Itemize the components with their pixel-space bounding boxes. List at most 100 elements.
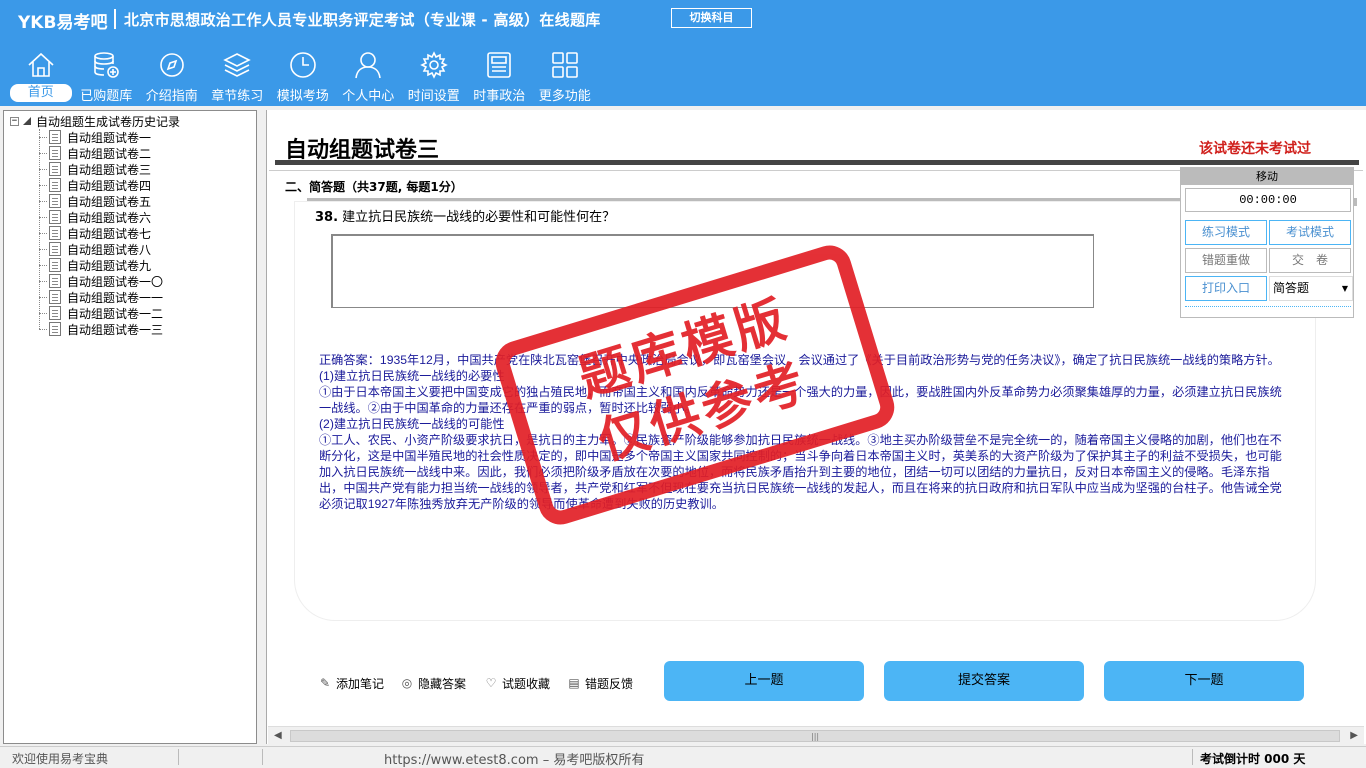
tree-item-label: 自动组题试卷一: [67, 130, 152, 145]
eye-icon: ◎: [401, 676, 413, 690]
nav-more[interactable]: 更多功能: [532, 50, 598, 104]
brand-logo: YKB易考吧: [18, 13, 108, 33]
document-icon: [49, 178, 61, 192]
tree-item[interactable]: 自动组题试卷六: [39, 209, 151, 225]
document-icon: [49, 242, 61, 256]
nav-chapter[interactable]: 章节练习: [205, 50, 271, 104]
tree-item[interactable]: 自动组题试卷八: [39, 241, 151, 257]
tree-root[interactable]: − 自动组题生成试卷历史记录: [10, 113, 180, 129]
document-icon: [49, 226, 61, 240]
tree-item[interactable]: 自动组题试卷四: [39, 177, 151, 193]
nav-home[interactable]: 首页: [8, 50, 74, 104]
add-note-link[interactable]: ✎ 添加笔记: [318, 673, 384, 693]
tree-item-label: 自动组题试卷八: [67, 242, 152, 257]
explanation-paragraph: 正确答案：1935年12月，中国共产党在陕北瓦窑堡召开中央政治局会议，即瓦窑堡会…: [319, 353, 1280, 367]
dropdown-arrow-icon: ▼: [1341, 284, 1348, 293]
status-divider: [1192, 749, 1193, 765]
nav-guide-label: 介绍指南: [145, 89, 198, 104]
copyright-text: https://www.etest8.com – 易考吧版权所有: [384, 753, 645, 768]
tree-item-label: 自动组题试卷四: [67, 178, 152, 193]
tree-item-selected[interactable]: 自动组题试卷三: [39, 161, 151, 177]
practice-mode-button[interactable]: 练习模式: [1185, 220, 1267, 245]
add-note-label: 添加笔记: [336, 676, 385, 691]
pencil-icon: ✎: [319, 676, 331, 690]
tree-item[interactable]: 自动组题试卷一〇: [39, 273, 163, 289]
question-text: 建立抗日民族统一战线的必要性和可能性何在？: [342, 210, 616, 225]
heart-icon: ♡: [485, 676, 497, 690]
tree-item-label: 自动组题试卷一〇: [67, 274, 164, 289]
hide-answer-link[interactable]: ◎ 隐藏答案: [400, 673, 466, 693]
tree-item-label: 自动组题试卷一二: [67, 306, 164, 321]
nav-home-label: 首页: [10, 84, 72, 102]
nav-profile[interactable]: 个人中心: [336, 50, 402, 104]
redo-wrong-button[interactable]: 错题重做: [1185, 248, 1267, 273]
document-icon: [49, 274, 61, 288]
scroll-left-icon[interactable]: ◀: [274, 730, 282, 741]
tree-item-label: 自动组题试卷二: [67, 146, 152, 161]
tree-item[interactable]: 自动组题试卷九: [39, 257, 151, 273]
nav-profile-label: 个人中心: [342, 89, 395, 104]
exam-control-panel: 移动 00:00:00 练习模式 考试模式 错题重做 交 卷 打印入口 简答题 ▼: [1180, 167, 1354, 318]
feedback-link[interactable]: ▤ 错题反馈: [567, 673, 633, 693]
nav-chapter-label: 章节练习: [211, 89, 264, 104]
news-icon: [487, 52, 512, 78]
document-icon: [49, 130, 61, 144]
folder-triangle-icon: [23, 117, 31, 125]
exam-status-text: 该试卷还未考试过: [1199, 141, 1311, 157]
collapse-icon[interactable]: −: [10, 116, 19, 126]
answer-explanation: 正确答案：1935年12月，中国共产党在陕北瓦窑堡召开中央政治局会议，即瓦窑堡会…: [319, 352, 1283, 512]
nav-purchased[interactable]: 已购题库: [74, 50, 140, 104]
question-type-select[interactable]: 简答题 ▼: [1269, 276, 1353, 301]
home-icon: [28, 52, 54, 77]
explanation-paragraph: (1)建立抗日民族统一战线的必要性: [319, 369, 505, 383]
tree-item-label: 自动组题试卷一一: [67, 290, 164, 305]
app-title: 北京市思想政治工作人员专业职务评定考试（专业课 - 高级）在线题库: [124, 11, 601, 29]
panel-divider: [1185, 306, 1351, 316]
tree-root-label: 自动组题生成试卷历史记录: [36, 114, 181, 129]
hand-in-button[interactable]: 交 卷: [1269, 248, 1351, 273]
tree-item[interactable]: 自动组题试卷一: [39, 129, 151, 145]
status-bar: 欢迎使用易考宝典 https://www.etest8.com – 易考吧版权所…: [0, 746, 1366, 768]
tree-item[interactable]: 自动组题试卷一一: [39, 289, 163, 305]
explanation-paragraph: ①由于日本帝国主义要把中国变成它的独占殖民地，而帝国主义和国内反革命势力还是一个…: [319, 385, 1282, 415]
scroll-right-icon[interactable]: ▶: [1350, 730, 1358, 741]
clock-icon: [289, 52, 316, 78]
nav-guide[interactable]: 介绍指南: [139, 50, 205, 104]
app-header: YKB易考吧 北京市思想政治工作人员专业职务评定考试（专业课 - 高级）在线题库…: [0, 0, 1366, 106]
nav-purchased-label: 已购题库: [80, 89, 133, 104]
nav-current-affairs[interactable]: 时事政治: [467, 50, 533, 104]
database-icon: [94, 52, 120, 78]
tree-item[interactable]: 自动组题试卷五: [39, 193, 151, 209]
main-nav: 首页 已购题库 介绍指南 章节练习 模拟考场 个人中心 时间设置 时事政治 更多…: [8, 50, 598, 104]
question-type-value: 简答题: [1273, 281, 1310, 295]
document-icon: [49, 322, 61, 336]
document-icon: [49, 258, 61, 272]
answer-input[interactable]: [331, 234, 1094, 308]
tree-item[interactable]: 自动组题试卷一二: [39, 305, 163, 321]
nav-more-label: 更多功能: [538, 89, 591, 104]
submit-answer-button[interactable]: 提交答案: [884, 661, 1084, 701]
nav-current-affairs-label: 时事政治: [473, 89, 526, 104]
switch-subject-button[interactable]: 切换科目: [671, 8, 752, 28]
scrollbar-thumb[interactable]: |||: [290, 730, 1340, 742]
user-icon: [355, 52, 382, 79]
horizontal-scrollbar[interactable]: ◀ ||| ▶: [268, 726, 1364, 744]
feedback-label: 错题反馈: [585, 676, 634, 691]
tree-item[interactable]: 自动组题试卷二: [39, 145, 151, 161]
grip-icon: |||: [811, 732, 820, 741]
welcome-text: 欢迎使用易考宝典: [12, 752, 109, 766]
panel-move-handle[interactable]: 移动: [1181, 168, 1353, 185]
tree-item[interactable]: 自动组题试卷七: [39, 225, 151, 241]
next-question-button[interactable]: 下一题: [1104, 661, 1304, 701]
nav-time-settings[interactable]: 时间设置: [401, 50, 467, 104]
document-icon: [49, 162, 61, 176]
favorite-link[interactable]: ♡ 试题收藏: [484, 673, 550, 693]
prev-question-button[interactable]: 上一题: [664, 661, 864, 701]
gear-icon: [419, 51, 448, 79]
tree-item[interactable]: 自动组题试卷一三: [39, 321, 163, 337]
print-button[interactable]: 打印入口: [1185, 276, 1267, 301]
nav-mock-exam[interactable]: 模拟考场: [270, 50, 336, 104]
document-icon: [49, 194, 61, 208]
question-stem: 38. 建立抗日民族统一战线的必要性和可能性何在？: [315, 206, 615, 225]
exam-mode-button[interactable]: 考试模式: [1269, 220, 1351, 245]
